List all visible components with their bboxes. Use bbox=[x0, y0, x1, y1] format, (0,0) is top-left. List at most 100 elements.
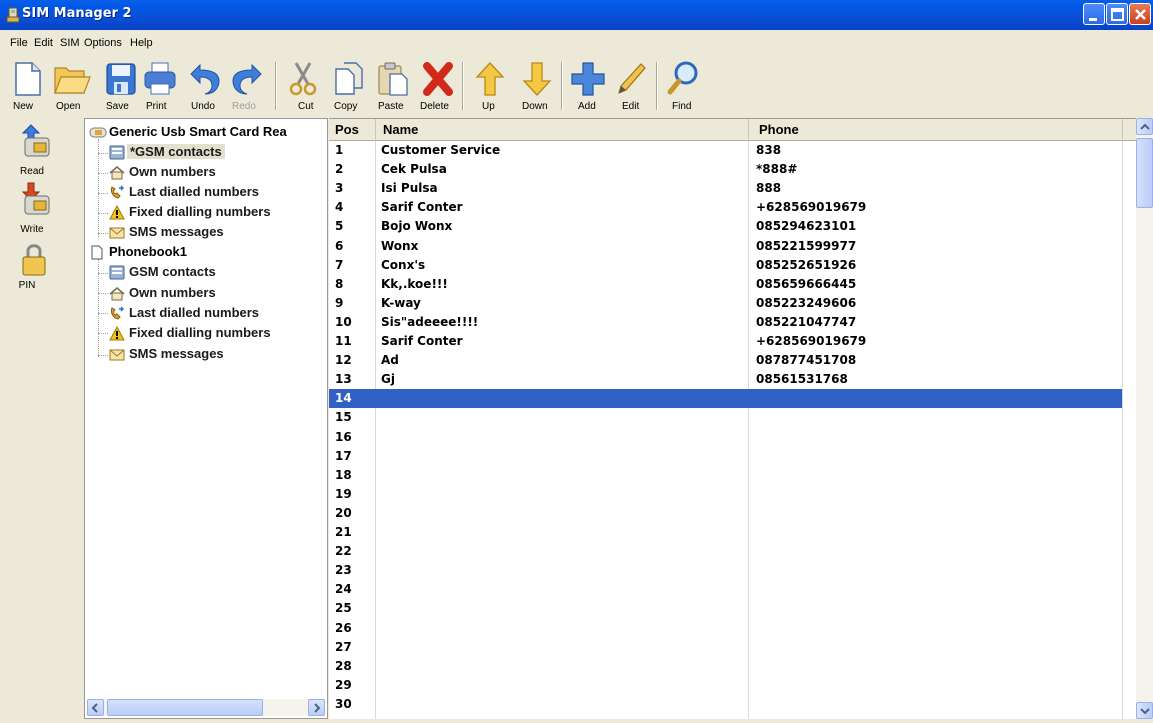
tree-guide bbox=[98, 213, 108, 214]
close-button[interactable] bbox=[1129, 3, 1151, 25]
table-row[interactable]: 5 Bojo Wonx 085294623101 bbox=[329, 217, 1122, 236]
delete-x-icon bbox=[423, 62, 453, 96]
table-row[interactable]: 22 bbox=[329, 542, 1122, 561]
cell-name: Customer Service bbox=[381, 143, 501, 157]
table-row[interactable]: 25 bbox=[329, 599, 1122, 618]
cell-phone: 085221599977 bbox=[756, 238, 857, 253]
cell-pos: 21 bbox=[335, 525, 352, 539]
pin-button[interactable]: PIN bbox=[10, 242, 70, 302]
column-divider[interactable] bbox=[748, 119, 749, 141]
find-button[interactable]: Find bbox=[666, 54, 700, 118]
table-row[interactable]: 27 bbox=[329, 638, 1122, 657]
table-row[interactable]: 9 K-way 085223249606 bbox=[329, 294, 1122, 313]
column-divider[interactable] bbox=[1122, 119, 1123, 141]
scroll-left-button[interactable] bbox=[87, 699, 104, 716]
column-header-name[interactable]: Name bbox=[383, 122, 418, 137]
cell-pos: 18 bbox=[335, 467, 352, 482]
home-icon bbox=[109, 287, 125, 301]
table-row[interactable]: 10 Sis"adeeee!!!! 085221047747 bbox=[329, 313, 1122, 332]
contacts-book-icon bbox=[109, 265, 125, 280]
cell-pos: 5 bbox=[335, 219, 344, 234]
table-row[interactable]: 13 Gj 08561531768 bbox=[329, 370, 1122, 389]
table-row[interactable]: 18 bbox=[329, 466, 1122, 485]
menu-help[interactable]: Help bbox=[130, 37, 153, 49]
title-bar[interactable]: SIM Manager 2 bbox=[0, 0, 1153, 30]
cell-pos: 7 bbox=[335, 257, 344, 272]
table-row[interactable]: 16 bbox=[329, 428, 1122, 447]
contacts-book-icon bbox=[109, 145, 125, 160]
copy-button[interactable]: Copy bbox=[332, 54, 366, 118]
menu-options[interactable]: Options bbox=[84, 37, 122, 49]
cell-pos: 20 bbox=[335, 505, 352, 520]
menu-sim[interactable]: SIM bbox=[60, 37, 80, 49]
redo-button[interactable]: Redo bbox=[230, 54, 264, 118]
table-row[interactable]: 21 bbox=[329, 523, 1122, 542]
table-row[interactable]: 17 bbox=[329, 447, 1122, 466]
table-row[interactable]: 8 Kk,.koe!!! 085659666445 bbox=[329, 275, 1122, 294]
table-row[interactable]: 4 Sarif Conter +628569019679 bbox=[329, 198, 1122, 217]
grid-vertical-scrollbar[interactable] bbox=[1136, 118, 1153, 719]
print-button[interactable]: Print bbox=[142, 54, 178, 118]
cell-name: K-way bbox=[381, 295, 421, 310]
read-button[interactable]: Read bbox=[10, 122, 70, 182]
minimize-button[interactable] bbox=[1083, 3, 1105, 25]
edit-button[interactable]: Edit bbox=[614, 54, 648, 118]
paste-button[interactable]: Paste bbox=[376, 54, 410, 118]
maximize-button[interactable] bbox=[1106, 3, 1128, 25]
cell-phone: 085294623101 bbox=[756, 219, 857, 234]
table-row[interactable]: 15 bbox=[329, 408, 1122, 427]
scroll-thumb[interactable] bbox=[1136, 138, 1153, 208]
cell-name: Sarif Conter bbox=[381, 334, 463, 348]
down-button[interactable]: Down bbox=[520, 54, 554, 118]
scroll-right-button[interactable] bbox=[308, 699, 325, 716]
open-button[interactable]: Open bbox=[52, 54, 92, 118]
column-divider[interactable] bbox=[375, 119, 376, 141]
table-row[interactable]: 30 bbox=[329, 695, 1122, 714]
table-row[interactable]: 6 Wonx 085221599977 bbox=[329, 237, 1122, 256]
write-button[interactable]: Write bbox=[10, 180, 70, 240]
scroll-thumb[interactable] bbox=[107, 699, 263, 716]
new-button[interactable]: New bbox=[10, 54, 46, 118]
table-row[interactable]: 2 Cek Pulsa *888# bbox=[329, 160, 1122, 179]
table-row[interactable]: 19 bbox=[329, 485, 1122, 504]
cell-pos: 17 bbox=[335, 448, 352, 463]
table-row[interactable]: 7 Conx's 085252651926 bbox=[329, 256, 1122, 275]
redo-icon bbox=[232, 63, 262, 95]
add-button[interactable]: Add bbox=[570, 54, 606, 118]
table-row[interactable]: 12 Ad 087877451708 bbox=[329, 351, 1122, 370]
menu-file[interactable]: File bbox=[10, 37, 28, 49]
chevron-left-icon bbox=[91, 703, 98, 713]
sim-tree-panel: Generic Usb Smart Card Rea *GSM contacts… bbox=[84, 118, 328, 719]
table-row[interactable]: 29 bbox=[329, 676, 1122, 695]
cut-button[interactable]: Cut bbox=[286, 54, 320, 118]
undo-icon bbox=[190, 63, 220, 95]
undo-button[interactable]: Undo bbox=[188, 54, 222, 118]
column-header-pos[interactable]: Pos bbox=[335, 122, 359, 137]
cell-pos: 30 bbox=[335, 696, 352, 711]
table-row[interactable]: 28 bbox=[329, 657, 1122, 676]
table-row[interactable]: 14 bbox=[329, 389, 1122, 409]
delete-button[interactable]: Delete bbox=[418, 54, 458, 118]
table-row[interactable]: 11 Sarif Conter +628569019679 bbox=[329, 332, 1122, 351]
grid-header: Pos Name Phone bbox=[329, 119, 1139, 141]
table-row[interactable]: 3 Isi Pulsa 888 bbox=[329, 179, 1122, 198]
cell-name: Sis"adeeee!!!! bbox=[381, 314, 479, 329]
table-row[interactable]: 24 bbox=[329, 580, 1122, 599]
window-title: SIM Manager 2 bbox=[22, 6, 132, 21]
save-button[interactable]: Save bbox=[104, 54, 138, 118]
cell-pos: 12 bbox=[335, 353, 352, 368]
tree-horizontal-scrollbar[interactable] bbox=[87, 699, 325, 716]
table-row[interactable]: 26 bbox=[329, 619, 1122, 638]
envelope-icon bbox=[109, 349, 125, 361]
up-button[interactable]: Up bbox=[474, 54, 506, 118]
scroll-up-button[interactable] bbox=[1136, 118, 1153, 135]
column-header-phone[interactable]: Phone bbox=[759, 122, 799, 137]
table-row[interactable]: 20 bbox=[329, 504, 1122, 523]
table-row[interactable]: 1 Customer Service 838 bbox=[329, 141, 1122, 160]
menu-edit[interactable]: Edit bbox=[34, 37, 53, 49]
cell-phone: 08561531768 bbox=[756, 372, 848, 387]
table-row[interactable]: 23 bbox=[329, 561, 1122, 580]
cell-pos: 3 bbox=[335, 181, 344, 196]
scroll-down-button[interactable] bbox=[1136, 702, 1153, 719]
warning-icon bbox=[109, 205, 125, 220]
